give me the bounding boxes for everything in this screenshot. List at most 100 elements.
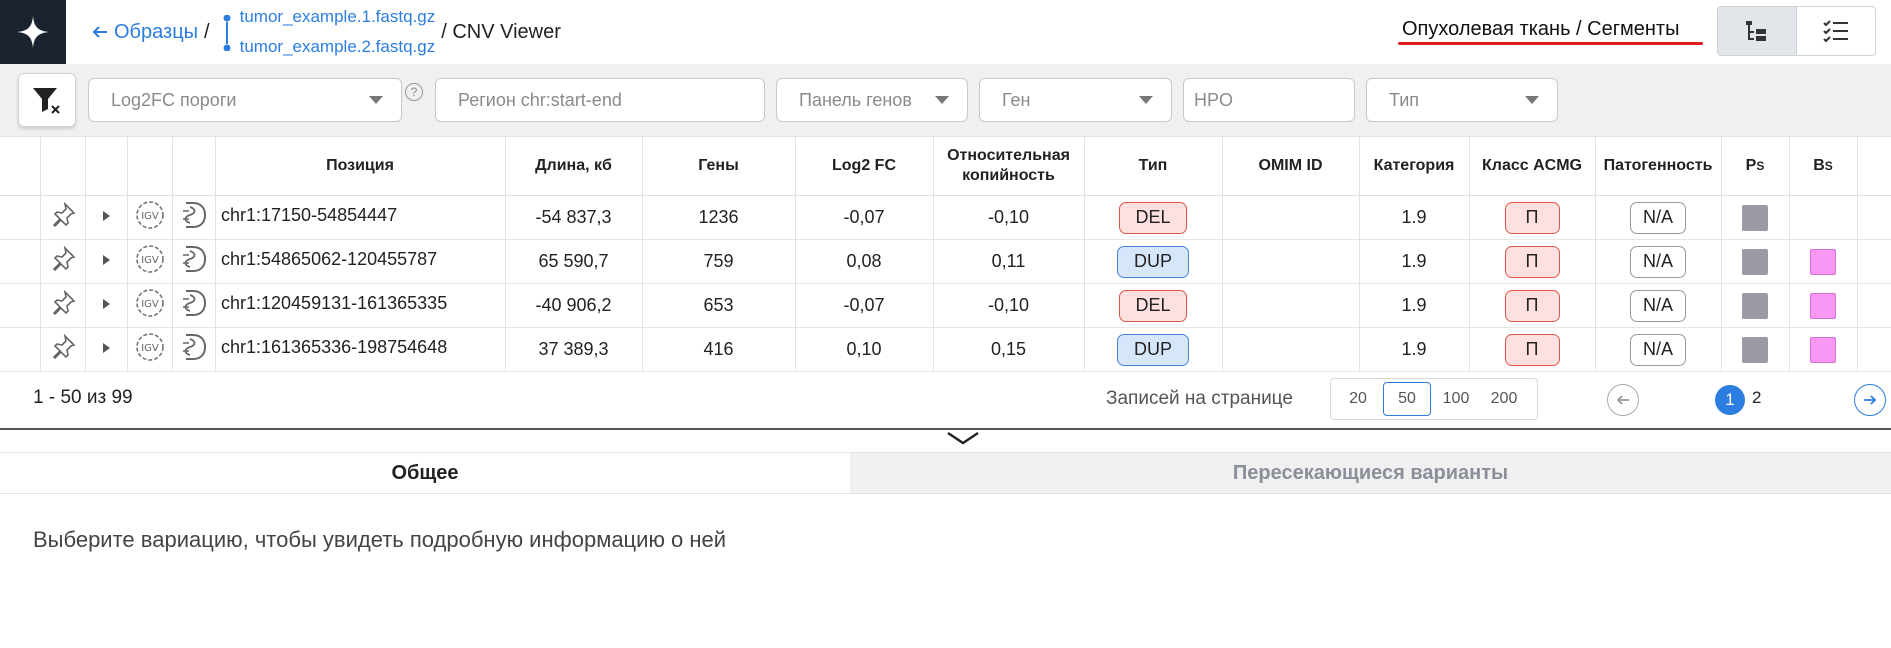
pin-icon — [49, 201, 77, 234]
col-bs[interactable]: BS — [1789, 137, 1857, 195]
col-relative-copy[interactable]: Относительная копийность — [933, 137, 1084, 195]
page-1-button[interactable]: 1 — [1715, 385, 1745, 415]
expand-caret-icon — [101, 341, 111, 359]
per-page-option-20[interactable]: 20 — [1335, 382, 1381, 416]
chevron-down-icon — [1525, 96, 1539, 104]
table-row[interactable]: IGV chr1:17150-54854447 -54 837,3 1236 -0,07… — [0, 196, 1891, 240]
igv-icon: IGV — [134, 287, 166, 324]
details-empty-message: Выберите вариацию, чтобы увидеть подробн… — [33, 527, 727, 552]
table-header: Позиция Длина, кб Гены Log2 FC Относител… — [0, 136, 1891, 196]
col-type[interactable]: Тип — [1084, 137, 1222, 195]
tab-overlapping-variants[interactable]: Пересекающиеся варианты — [850, 453, 1891, 493]
table-row[interactable]: IGV chr1:120459131-161365335 -40 906,2 653 -… — [0, 284, 1891, 328]
checklist-view-button[interactable] — [1796, 7, 1875, 55]
column-divider — [1789, 136, 1790, 372]
page-2-button[interactable]: 2 — [1752, 388, 1761, 408]
type-select[interactable]: Тип — [1366, 78, 1558, 122]
file-link-1[interactable]: tumor_example.1.fastq.gz — [240, 7, 436, 27]
pin-button[interactable] — [40, 196, 85, 239]
pathogenicity-badge[interactable]: N/A — [1630, 201, 1686, 234]
column-divider — [85, 136, 86, 372]
column-divider — [40, 136, 41, 372]
per-page-option-200[interactable]: 200 — [1481, 382, 1527, 416]
gene-panel-placeholder: Панель генов — [799, 89, 912, 110]
col-genes[interactable]: Гены — [642, 137, 795, 195]
tab-general[interactable]: Общее — [0, 453, 850, 493]
expand-row-button[interactable] — [85, 328, 127, 371]
cell-genes[interactable]: 759 — [642, 240, 795, 283]
igv-button[interactable]: IGV — [127, 328, 172, 371]
acmg-badge[interactable]: П — [1504, 245, 1560, 278]
cell-genes[interactable]: 653 — [642, 284, 795, 327]
next-page-button[interactable] — [1854, 384, 1886, 416]
gene-select[interactable]: Ген — [979, 78, 1172, 122]
gene-panel-select[interactable]: Панель генов — [776, 78, 968, 122]
tree-view-button[interactable] — [1718, 7, 1796, 55]
hpo-input[interactable] — [1194, 89, 1354, 111]
col-category[interactable]: Категория — [1359, 137, 1469, 195]
decipher-button[interactable] — [172, 328, 215, 371]
type-badge: DUP — [1117, 245, 1189, 278]
log2fc-select[interactable]: Log2FC пороги — [88, 78, 402, 122]
table-row[interactable]: IGV chr1:54865062-120455787 65 590,7 759 0,0… — [0, 240, 1891, 284]
pathogenicity-badge[interactable]: N/A — [1630, 333, 1686, 366]
help-icon[interactable]: ? — [405, 83, 423, 101]
cell-log2fc: -0,07 — [843, 207, 885, 227]
col-position[interactable]: Позиция — [215, 137, 505, 195]
app-logo[interactable] — [0, 0, 66, 64]
cell-position[interactable]: chr1:161365336-198754648 — [215, 328, 505, 371]
bs-indicator — [1810, 248, 1836, 275]
col-log2fc[interactable]: Log2 FC — [795, 137, 933, 195]
per-page-option-50[interactable]: 50 — [1383, 382, 1431, 416]
cell-genes[interactable]: 416 — [642, 328, 795, 371]
col-pathogenicity[interactable]: Патогенность — [1595, 137, 1721, 195]
col-acmg[interactable]: Класс ACMG — [1469, 137, 1595, 195]
pin-icon — [49, 289, 77, 322]
acmg-badge[interactable]: П — [1504, 333, 1560, 366]
cell-genes[interactable]: 1236 — [642, 196, 795, 239]
cell-position[interactable]: chr1:17150-54854447 — [215, 196, 505, 239]
region-input[interactable] — [458, 89, 764, 111]
expand-row-button[interactable] — [85, 196, 127, 239]
hpo-input-wrap — [1183, 78, 1355, 122]
per-page-option-100[interactable]: 100 — [1433, 382, 1479, 416]
filter-clear-icon — [33, 88, 60, 114]
pin-button[interactable] — [40, 328, 85, 371]
acmg-badge[interactable]: П — [1504, 289, 1560, 322]
expand-row-button[interactable] — [85, 240, 127, 283]
pin-button[interactable] — [40, 284, 85, 327]
igv-button[interactable]: IGV — [127, 284, 172, 327]
cell-bs — [1789, 328, 1857, 371]
prev-page-button[interactable] — [1607, 384, 1639, 416]
arrow-left-icon — [92, 26, 107, 38]
table-row[interactable]: IGV chr1:161365336-198754648 37 389,3 416 0,… — [0, 328, 1891, 372]
decipher-button[interactable] — [172, 196, 215, 239]
column-divider — [172, 136, 173, 372]
expand-row-button[interactable] — [85, 284, 127, 327]
cell-position[interactable]: chr1:54865062-120455787 — [215, 240, 505, 283]
type-badge: DUP — [1117, 333, 1189, 366]
decipher-button[interactable] — [172, 284, 215, 327]
cell-position[interactable]: chr1:120459131-161365335 — [215, 284, 505, 327]
back-to-samples-link[interactable]: Образцы — [92, 21, 198, 44]
col-omim[interactable]: OMIM ID — [1222, 137, 1359, 195]
igv-button[interactable]: IGV — [127, 196, 172, 239]
cell-category: 1.9 — [1401, 295, 1427, 315]
cell-acmg: П — [1469, 284, 1595, 327]
col-length[interactable]: Длина, кб — [505, 137, 642, 195]
igv-button[interactable]: IGV — [127, 240, 172, 283]
svg-text:IGV: IGV — [141, 211, 159, 222]
cell-ps — [1721, 196, 1789, 239]
col-ps[interactable]: PS — [1721, 137, 1789, 195]
pin-button[interactable] — [40, 240, 85, 283]
acmg-badge[interactable]: П — [1504, 201, 1560, 234]
collapse-panel-button[interactable] — [946, 430, 980, 451]
pathogenicity-badge[interactable]: N/A — [1630, 289, 1686, 322]
context-underline — [1398, 42, 1703, 45]
pathogenicity-badge[interactable]: N/A — [1630, 245, 1686, 278]
column-divider — [215, 136, 216, 372]
expand-caret-icon — [101, 253, 111, 271]
file-link-2[interactable]: tumor_example.2.fastq.gz — [240, 37, 436, 57]
clear-filters-button[interactable] — [18, 73, 76, 127]
decipher-button[interactable] — [172, 240, 215, 283]
